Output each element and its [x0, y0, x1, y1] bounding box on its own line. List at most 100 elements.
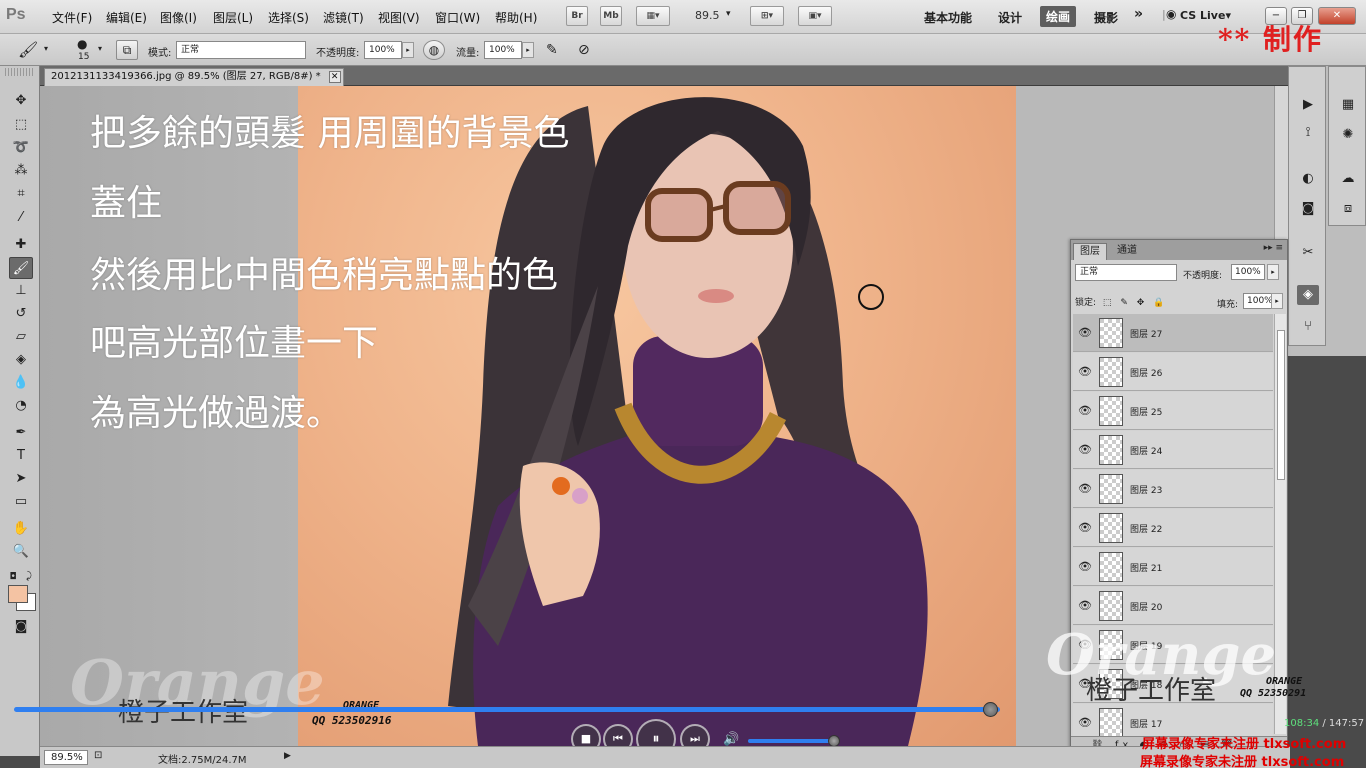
- crop-tool-icon[interactable]: ⌗: [9, 183, 33, 205]
- visibility-eye-icon[interactable]: 👁: [1077, 482, 1093, 496]
- lasso-tool-icon[interactable]: ➰: [9, 137, 33, 159]
- lock-pixels-icon[interactable]: ✎: [1120, 298, 1128, 308]
- healing-brush-tool-icon[interactable]: ✚: [9, 234, 33, 256]
- video-seek-bar[interactable]: [14, 707, 1000, 712]
- layers-scroll-thumb[interactable]: [1277, 330, 1285, 480]
- eraser-tool-icon[interactable]: ▱: [9, 326, 33, 348]
- brush-tip-icon[interactable]: ●: [77, 37, 87, 51]
- layer-row[interactable]: 👁 图层 24: [1073, 431, 1273, 469]
- flow-slider-icon[interactable]: ▸: [522, 42, 534, 58]
- rectangle-tool-icon[interactable]: ▭: [9, 491, 33, 513]
- styles-icon[interactable]: ☁: [1337, 169, 1359, 189]
- visibility-eye-icon[interactable]: 👁: [1077, 365, 1093, 379]
- brush-panel-toggle-icon[interactable]: ⧉: [116, 40, 138, 60]
- layer-name[interactable]: 图层 26: [1130, 366, 1162, 379]
- menu-filter[interactable]: 滤镜(T): [323, 9, 364, 26]
- visibility-eye-icon[interactable]: 👁: [1077, 443, 1093, 457]
- hand-tool-icon[interactable]: ✋: [9, 518, 33, 540]
- workspace-design[interactable]: 设计: [998, 9, 1022, 26]
- layer-opacity-slider-icon[interactable]: ▸: [1267, 264, 1279, 280]
- lock-position-icon[interactable]: ✥: [1137, 298, 1145, 308]
- blur-tool-icon[interactable]: 💧: [9, 372, 33, 394]
- layer-name[interactable]: 图层 17: [1130, 717, 1162, 730]
- layer-opacity-input[interactable]: 100%: [1231, 264, 1265, 280]
- layer-name[interactable]: 图层 24: [1130, 444, 1162, 457]
- airbrush-icon[interactable]: ✎: [546, 42, 558, 58]
- close-icon[interactable]: ✕: [1318, 7, 1356, 25]
- layer-row[interactable]: 👁 图层 25: [1073, 392, 1273, 430]
- brush-tool-preset-icon[interactable]: 🖌: [18, 40, 38, 59]
- swatches-icon[interactable]: ▦: [1337, 95, 1359, 115]
- bridge-button[interactable]: Br: [566, 6, 588, 26]
- visibility-eye-icon[interactable]: 👁: [1077, 521, 1093, 535]
- eyedropper-tool-icon[interactable]: ⁄: [9, 207, 33, 229]
- visibility-eye-icon[interactable]: 👁: [1077, 599, 1093, 613]
- arrange-documents-icon[interactable]: ⊞▾: [750, 6, 784, 26]
- pen-tool-icon[interactable]: ✒: [9, 422, 33, 444]
- layer-name[interactable]: 图层 21: [1130, 561, 1162, 574]
- layer-name[interactable]: 图层 20: [1130, 600, 1162, 613]
- layers-icon[interactable]: ◈: [1297, 285, 1319, 305]
- visibility-eye-icon[interactable]: 👁: [1077, 716, 1093, 730]
- paint-bucket-tool-icon[interactable]: ◈: [9, 349, 33, 371]
- zoom-level[interactable]: 89.5: [695, 9, 720, 22]
- layer-name[interactable]: 图层 23: [1130, 483, 1162, 496]
- menu-select[interactable]: 选择(S): [268, 9, 309, 26]
- preset-dropdown-icon[interactable]: ▾: [44, 44, 48, 53]
- layer-row[interactable]: 👁 图层 22: [1073, 509, 1273, 547]
- adjustments-icon[interactable]: ◐: [1297, 169, 1319, 189]
- layer-row[interactable]: 👁 图层 20: [1073, 587, 1273, 625]
- brush-picker-dropdown-icon[interactable]: ▾: [98, 44, 102, 53]
- quick-mask-icon[interactable]: ◙: [9, 616, 33, 638]
- menu-window[interactable]: 窗口(W): [435, 9, 480, 26]
- workspace-photography[interactable]: 摄影: [1094, 9, 1118, 26]
- layer-name[interactable]: 图层 27: [1130, 327, 1162, 340]
- masks-icon[interactable]: ◙: [1297, 199, 1319, 219]
- lock-transparency-icon[interactable]: ⬚: [1103, 298, 1112, 308]
- workspace-essentials[interactable]: 基本功能: [924, 9, 972, 26]
- actions-icon[interactable]: ▶: [1297, 95, 1319, 115]
- workspace-painting[interactable]: 绘画: [1040, 6, 1077, 27]
- dodge-tool-icon[interactable]: ◔: [9, 395, 33, 417]
- status-menu-icon[interactable]: ▶: [284, 751, 291, 761]
- lock-all-icon[interactable]: 🔒: [1153, 298, 1164, 308]
- zoom-dropdown-icon[interactable]: ▾: [726, 9, 731, 19]
- zoom-tool-icon[interactable]: 🔍: [9, 541, 33, 563]
- visibility-eye-icon[interactable]: 👁: [1077, 404, 1093, 418]
- close-tab-icon[interactable]: ✕: [328, 71, 341, 83]
- view-extras-icon[interactable]: ▦▾: [636, 6, 670, 26]
- tablet-pressure-opacity-icon[interactable]: ◍: [423, 40, 445, 60]
- menu-edit[interactable]: 编辑(E): [106, 9, 147, 26]
- move-tool-icon[interactable]: ✥: [9, 90, 33, 112]
- more-workspaces-icon[interactable]: »: [1134, 6, 1143, 22]
- screen-mode-icon[interactable]: ▣▾: [798, 6, 832, 26]
- menu-view[interactable]: 视图(V): [378, 9, 420, 26]
- menu-image[interactable]: 图像(I): [160, 9, 197, 26]
- foreground-color-swatch[interactable]: [8, 585, 28, 603]
- paths-icon[interactable]: ⑂: [1297, 317, 1319, 337]
- document-tab[interactable]: 2012131133419366.jpg @ 89.5% (图层 27, RGB…: [44, 68, 344, 86]
- artwork-image[interactable]: [298, 86, 1016, 746]
- tablet-pressure-size-icon[interactable]: ⊘: [578, 42, 590, 58]
- opacity-slider-icon[interactable]: ▸: [402, 42, 414, 58]
- opacity-input[interactable]: 100%: [364, 41, 402, 59]
- layer-name[interactable]: 图层 25: [1130, 405, 1162, 418]
- blend-mode-select[interactable]: 正常: [176, 41, 306, 59]
- visibility-eye-icon[interactable]: 👁: [1077, 560, 1093, 574]
- menu-help[interactable]: 帮助(H): [495, 9, 537, 26]
- layer-row[interactable]: 👁 图层 23: [1073, 470, 1273, 508]
- path-selection-tool-icon[interactable]: ➤: [9, 468, 33, 490]
- status-zoom-field[interactable]: 89.5%: [44, 750, 88, 765]
- panel-grip[interactable]: [5, 68, 35, 76]
- quick-selection-tool-icon[interactable]: ⁂: [9, 160, 33, 182]
- clone-stamp-tool-icon[interactable]: ⊥: [9, 280, 33, 302]
- layer-row[interactable]: 👁 图层 26: [1073, 353, 1273, 391]
- tab-channels[interactable]: 通道: [1111, 243, 1143, 260]
- transform-icon[interactable]: ⧈: [1337, 199, 1359, 219]
- brush-presets-icon[interactable]: ⟟: [1297, 123, 1319, 143]
- tool-presets-icon[interactable]: ✂: [1297, 243, 1319, 263]
- fill-slider-icon[interactable]: ▸: [1271, 293, 1283, 309]
- status-preview-icon[interactable]: ⊡: [94, 750, 102, 761]
- history-brush-tool-icon[interactable]: ↺: [9, 303, 33, 325]
- visibility-eye-icon[interactable]: 👁: [1077, 326, 1093, 340]
